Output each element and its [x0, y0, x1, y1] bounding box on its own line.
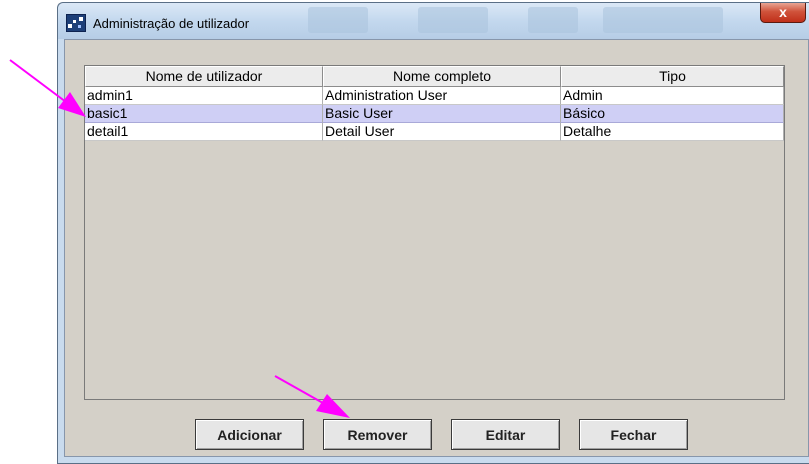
background-blur	[418, 7, 488, 33]
close-icon[interactable]: x	[760, 3, 806, 23]
add-button[interactable]: Adicionar	[195, 419, 304, 450]
cell-username: basic1	[85, 105, 323, 123]
background-blur	[603, 7, 723, 33]
user-admin-dialog: Administração de utilizador x Nome de ut…	[57, 2, 809, 464]
background-blur	[528, 7, 578, 33]
column-header-type[interactable]: Tipo	[561, 66, 784, 87]
dialog-content: Nome de utilizador Nome completo Tipo ad…	[64, 39, 809, 457]
cell-username: admin1	[85, 87, 323, 105]
cell-fullname: Administration User	[323, 87, 561, 105]
cell-fullname: Basic User	[323, 105, 561, 123]
close-button[interactable]: Fechar	[579, 419, 688, 450]
table-row[interactable]: admin1 Administration User Admin	[85, 87, 784, 105]
cell-fullname: Detail User	[323, 123, 561, 141]
column-header-username[interactable]: Nome de utilizador	[85, 66, 323, 87]
table-row[interactable]: detail1 Detail User Detalhe	[85, 123, 784, 141]
edit-button[interactable]: Editar	[451, 419, 560, 450]
window-title: Administração de utilizador	[93, 16, 250, 31]
cell-username: detail1	[85, 123, 323, 141]
title-bar[interactable]: Administração de utilizador x	[58, 3, 809, 39]
cell-type: Admin	[561, 87, 784, 105]
cell-type: Básico	[561, 105, 784, 123]
remove-button[interactable]: Remover	[323, 419, 432, 450]
cell-type: Detalhe	[561, 123, 784, 141]
table-row-selected[interactable]: basic1 Basic User Básico	[85, 105, 784, 123]
column-header-fullname[interactable]: Nome completo	[323, 66, 561, 87]
background-blur	[308, 7, 368, 33]
users-table[interactable]: Nome de utilizador Nome completo Tipo ad…	[84, 65, 785, 400]
table-header: Nome de utilizador Nome completo Tipo	[85, 66, 784, 87]
app-icon	[66, 14, 86, 32]
